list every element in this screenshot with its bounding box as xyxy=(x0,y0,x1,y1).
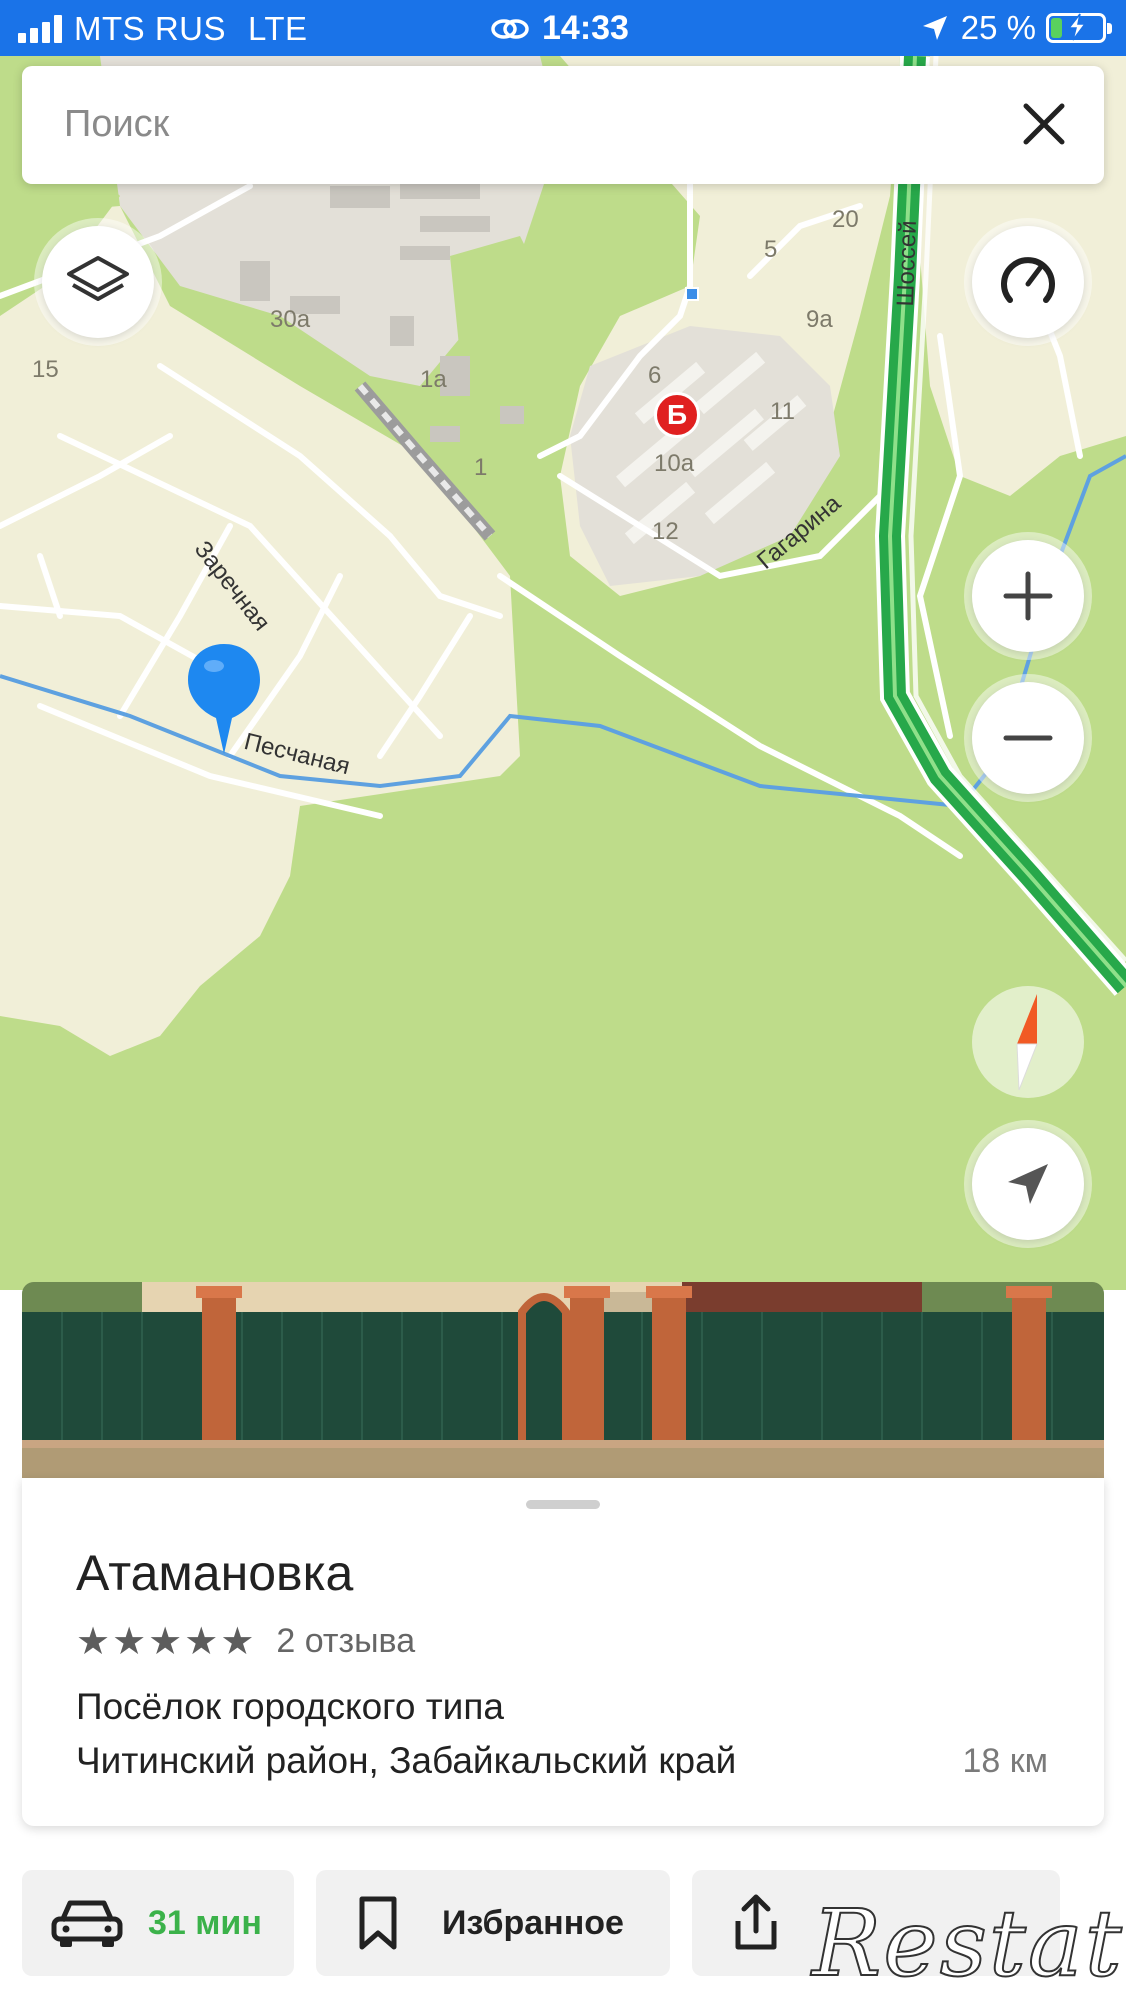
place-card[interactable]: Атамановка ★ ★ ★ ★ ★ 2 отзыва Посёлок го… xyxy=(22,1478,1104,1826)
status-left: MTS RUS LTE xyxy=(18,10,308,48)
layers-button[interactable] xyxy=(42,226,154,338)
location-pin-icon[interactable] xyxy=(184,642,264,756)
house-number: 6 xyxy=(648,362,662,389)
house-number: 20 xyxy=(832,206,859,233)
car-icon xyxy=(51,1900,123,1947)
place-type: Посёлок городского типа xyxy=(76,1686,504,1727)
favorite-button[interactable]: Избранное xyxy=(316,1870,670,1976)
search-bar[interactable] xyxy=(22,66,1104,184)
network-label: LTE xyxy=(248,10,308,47)
fence-photo-image xyxy=(22,1282,1104,1482)
compass-button[interactable] xyxy=(972,986,1084,1098)
route-time: 31 мин xyxy=(148,1903,262,1942)
star-icon: ★ xyxy=(220,1620,255,1663)
status-bar: MTS RUS LTE 14:33 25 % xyxy=(0,0,1126,56)
zoom-in-button[interactable] xyxy=(972,540,1084,652)
house-number: 15 xyxy=(32,356,59,383)
favorite-label: Избранное xyxy=(442,1903,624,1942)
battery-charging-icon xyxy=(1046,13,1112,43)
star-icon: ★ xyxy=(112,1620,147,1663)
layers-icon xyxy=(67,256,129,301)
speedometer-button[interactable] xyxy=(972,226,1084,338)
map-canvas[interactable] xyxy=(0,56,1126,1290)
star-icon: ★ xyxy=(184,1620,219,1663)
house-number: 1 xyxy=(474,454,488,481)
distance-label: 18 км xyxy=(962,1742,1048,1780)
carrier-label: MTS RUS xyxy=(74,10,226,47)
clock: 14:33 xyxy=(542,9,629,47)
route-button[interactable]: 31 мин xyxy=(22,1870,294,1976)
compass-icon xyxy=(1016,994,1038,1091)
watermark: Restate xyxy=(811,1889,1126,1998)
share-icon xyxy=(735,1894,777,1950)
place-photo[interactable] xyxy=(22,1282,1104,1482)
rating-row[interactable]: ★ ★ ★ ★ ★ 2 отзыва xyxy=(76,1622,415,1661)
reviews-count[interactable]: 2 отзыва xyxy=(276,1622,415,1661)
bookmark-icon xyxy=(359,1896,397,1950)
house-number: 5 xyxy=(764,236,778,263)
place-title: Атамановка xyxy=(76,1545,354,1601)
zoom-out-button[interactable] xyxy=(972,682,1084,794)
poi-marker[interactable]: Б xyxy=(654,392,700,438)
status-right: 25 % xyxy=(921,9,1112,47)
poi-letter: Б xyxy=(666,399,688,430)
house-number: 12 xyxy=(652,518,679,545)
search-input[interactable] xyxy=(64,94,964,154)
location-arrow-icon xyxy=(922,16,947,40)
my-location-button[interactable] xyxy=(972,1128,1084,1240)
plus-icon xyxy=(1003,571,1053,621)
minus-icon xyxy=(1003,735,1053,741)
house-number: 1а xyxy=(420,366,447,393)
map-view[interactable]: 30а 15 1а 1 5 20 9а 6 11 10а 12 Заречная… xyxy=(0,56,1126,1290)
house-number: 9а xyxy=(806,306,833,333)
place-region: Читинский район, Забайкальский край xyxy=(76,1740,737,1781)
close-icon[interactable] xyxy=(1012,92,1076,156)
star-icon: ★ xyxy=(148,1620,183,1663)
house-number: 10а xyxy=(654,450,695,477)
signal-icon xyxy=(18,15,62,43)
rating-stars: ★ ★ ★ ★ ★ xyxy=(76,1623,254,1661)
speedometer-icon xyxy=(1001,257,1055,303)
status-center: 14:33 xyxy=(490,9,629,48)
link-icon xyxy=(491,18,529,39)
battery-percent: 25 % xyxy=(960,9,1036,46)
house-number: 30а xyxy=(270,306,311,333)
street-label: Шоссей xyxy=(892,219,922,307)
drag-handle[interactable] xyxy=(526,1500,600,1509)
house-number: 11 xyxy=(770,398,795,425)
navigation-arrow-icon xyxy=(1008,1164,1048,1204)
star-icon: ★ xyxy=(76,1620,111,1663)
